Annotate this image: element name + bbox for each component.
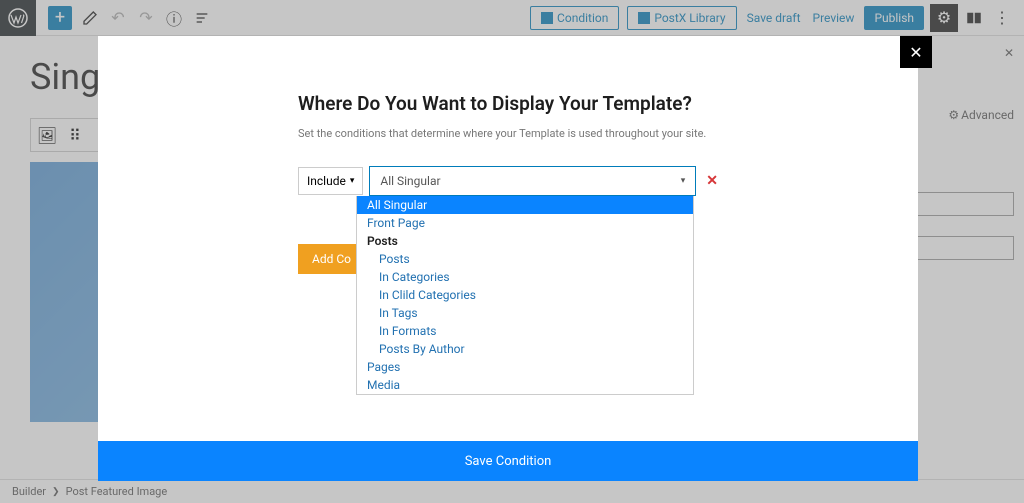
remove-condition-icon[interactable]: ✕ [706,173,718,189]
location-select[interactable]: All Singular▾ [369,166,696,196]
modal-heading: Where Do You Want to Display Your Templa… [298,92,718,115]
option-in-child-categories[interactable]: In Clild Categories [357,286,693,304]
option-posts[interactable]: Posts [357,250,693,268]
modal-subheading: Set the conditions that determine where … [298,127,718,140]
chevron-down-icon: ▾ [681,176,686,186]
option-pages[interactable]: Pages [357,358,693,376]
option-all-singular[interactable]: All Singular [357,196,693,214]
option-front-page[interactable]: Front Page [357,214,693,232]
option-media[interactable]: Media [357,376,693,394]
location-dropdown: All Singular Front Page Posts Posts In C… [356,196,694,395]
option-group-posts: Posts [357,232,693,250]
chevron-down-icon: ▾ [350,176,355,186]
close-modal-button[interactable]: ✕ [900,36,932,68]
option-posts-by-author[interactable]: Posts By Author [357,340,693,358]
option-in-formats[interactable]: In Formats [357,322,693,340]
include-select[interactable]: Include▾ [298,167,363,195]
option-in-tags[interactable]: In Tags [357,304,693,322]
condition-row: Include▾ All Singular▾ ✕ All Singular Fr… [298,166,718,196]
add-condition-button[interactable]: Add Co [298,244,365,274]
condition-modal: ✕ Where Do You Want to Display Your Temp… [98,36,918,481]
option-in-categories[interactable]: In Categories [357,268,693,286]
save-condition-button[interactable]: Save Condition [98,441,918,481]
